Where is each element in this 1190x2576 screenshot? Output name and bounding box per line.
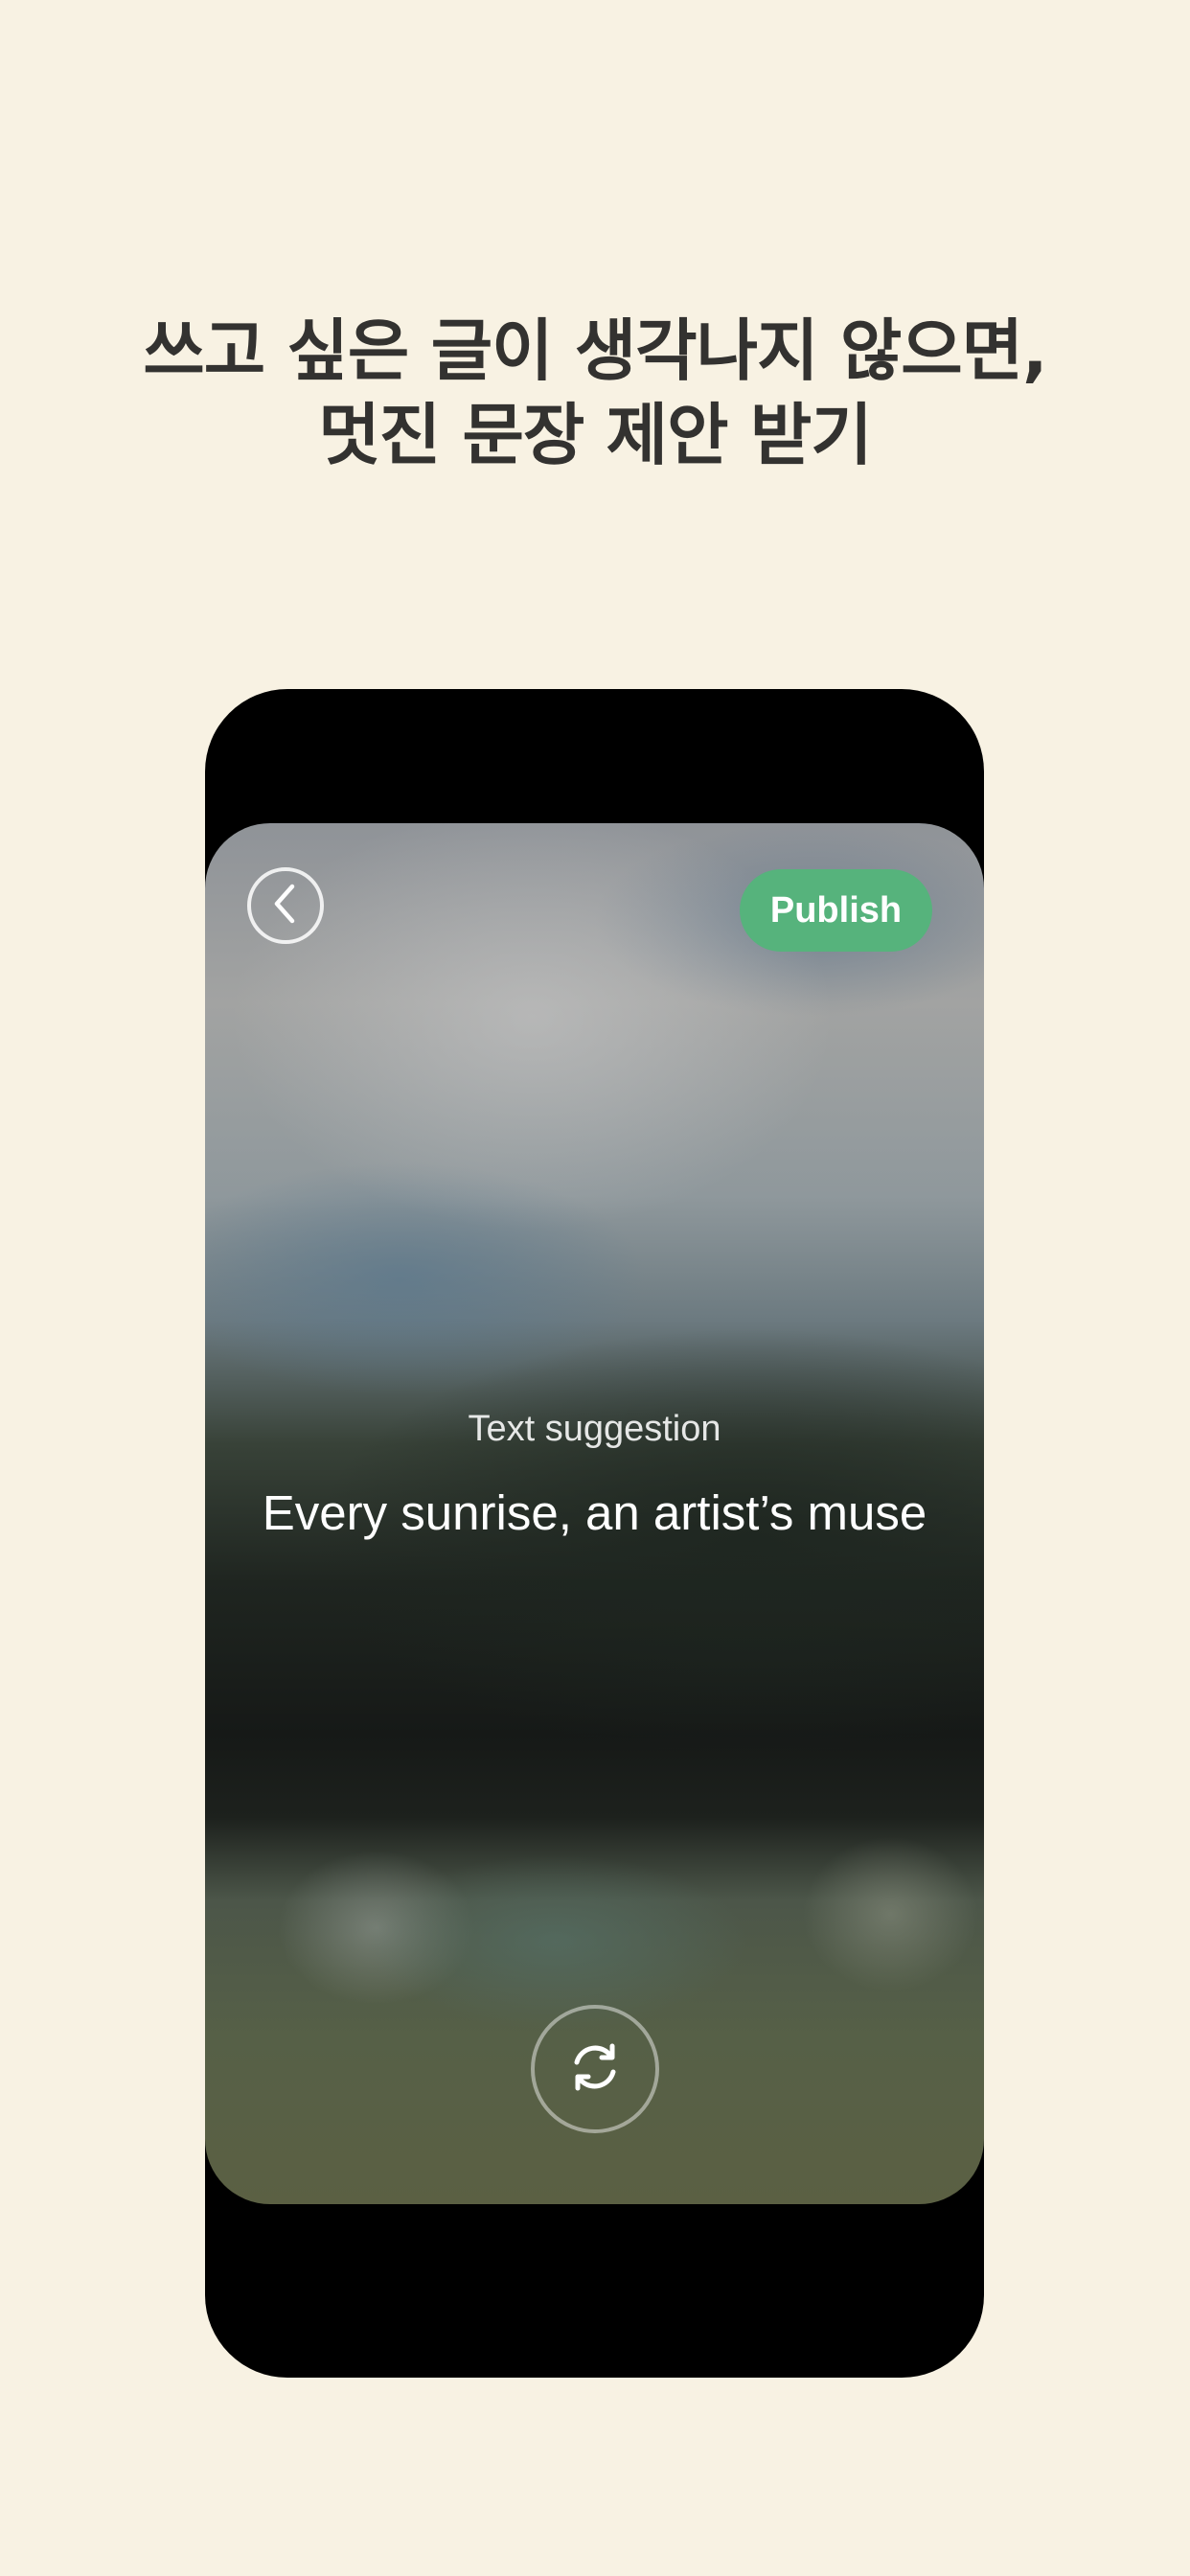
headline-line-1: 쓰고 싶은 글이 생각나지 않으면, <box>143 311 1047 390</box>
phone-mockup: Publish Text suggestion Every sunrise, a… <box>205 689 984 2378</box>
publish-button[interactable]: Publish <box>740 869 932 952</box>
refresh-icon <box>563 2036 627 2103</box>
suggested-sentence[interactable]: Every sunrise, an artist’s muse <box>205 1484 984 1541</box>
text-suggestion-label: Text suggestion <box>468 1409 721 1449</box>
blurred-photo-background: Publish Text suggestion Every sunrise, a… <box>205 823 984 2204</box>
chevron-left-icon <box>266 881 305 931</box>
promo-headline: 쓰고 싶은 글이 생각나지 않으면, 멋진 문장 제안 받기 <box>0 309 1190 477</box>
back-button[interactable] <box>247 867 324 944</box>
refresh-suggestion-button[interactable] <box>531 2005 659 2133</box>
headline-line-2: 멋진 문장 제안 받기 <box>318 396 872 474</box>
